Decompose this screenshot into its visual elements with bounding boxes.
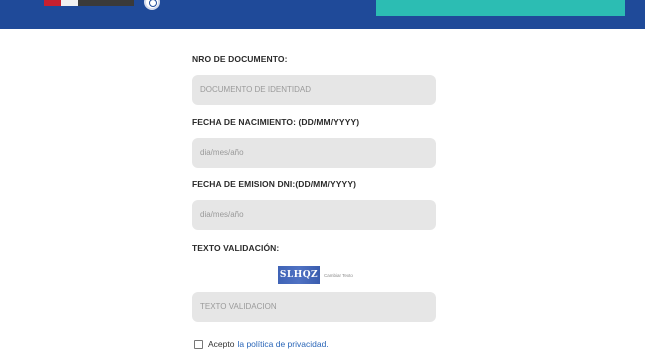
top-header-bar [0, 0, 645, 29]
logo-dark-panel [78, 0, 134, 6]
flag-white-stripe [61, 0, 78, 6]
flag-red-stripe [44, 0, 61, 6]
issue-date-input[interactable]: dia/mes/año [192, 200, 436, 230]
government-logo [44, 0, 134, 6]
header-accent-panel [376, 0, 625, 16]
privacy-checkbox[interactable] [194, 339, 203, 349]
document-number-label: NRO DE DOCUMENTO: [192, 54, 288, 64]
privacy-policy-link[interactable]: la política de privacidad. [237, 339, 328, 349]
captcha-image: SLHQZ [278, 266, 320, 284]
document-number-input[interactable]: DOCUMENTO DE IDENTIDAD [192, 75, 436, 105]
validation-text-input[interactable]: TEXTO VALIDACION [192, 292, 436, 322]
issue-date-label: FECHA DE EMISION DNI:(DD/MM/YYYY) [192, 179, 357, 189]
birth-date-input[interactable]: dia/mes/año [192, 138, 436, 168]
seal-icon [144, 0, 160, 10]
validation-text-label: TEXTO VALIDACIÓN: [192, 243, 280, 253]
birth-date-label: FECHA DE NACIMIENTO: (DD/MM/YYYY) [192, 117, 360, 127]
captcha: SLHQZ Cambiar Texto [278, 266, 353, 284]
change-captcha-link[interactable]: Cambiar Texto [324, 273, 353, 278]
privacy-consent: Acepto la política de privacidad. [194, 338, 329, 350]
privacy-consent-text: Acepto [208, 339, 235, 349]
